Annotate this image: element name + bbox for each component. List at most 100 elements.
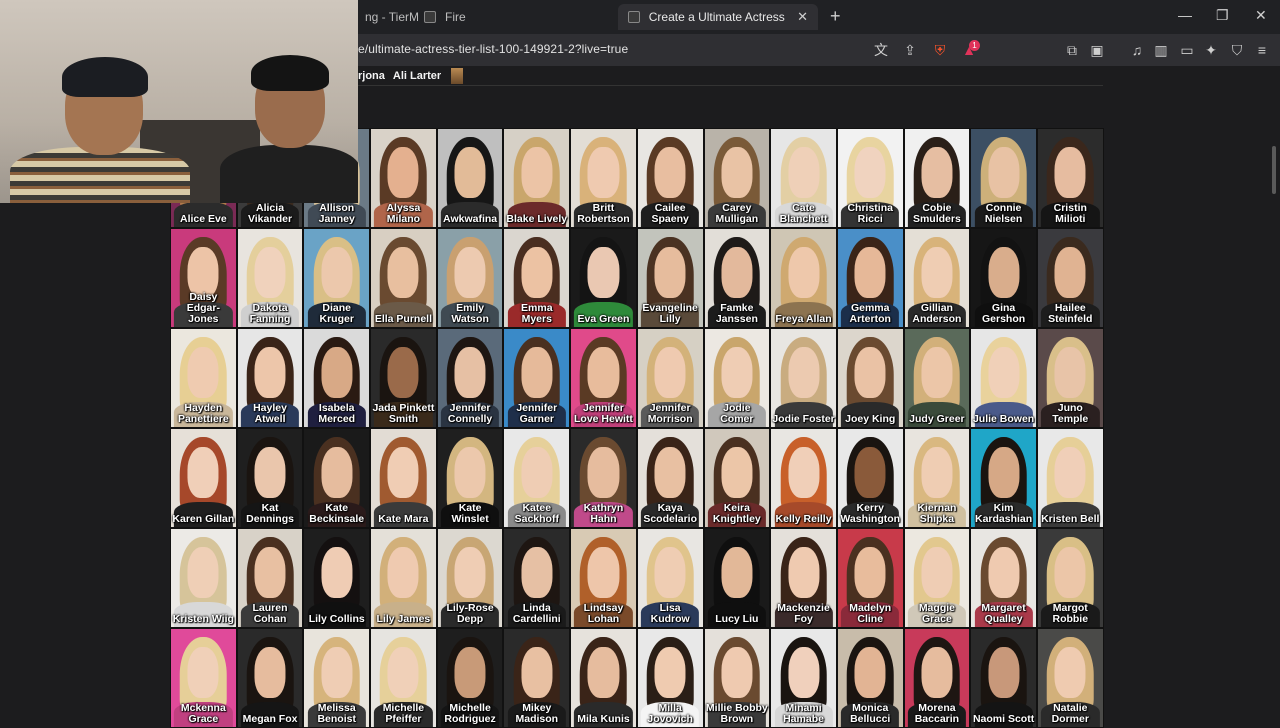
actress-card[interactable]: Kate Mara bbox=[370, 428, 437, 528]
wallet-icon[interactable]: ▭ bbox=[1179, 42, 1195, 58]
actress-card[interactable]: Eva Green bbox=[570, 228, 637, 328]
actress-card[interactable]: Kelly Reilly bbox=[770, 428, 837, 528]
actress-card[interactable]: Michelle Rodriguez bbox=[436, 628, 504, 728]
actress-card[interactable]: Kat Dennings bbox=[236, 428, 304, 528]
actress-card[interactable]: Juno Temple bbox=[1036, 328, 1104, 428]
actress-card[interactable]: Isabela Merced bbox=[303, 328, 371, 428]
actress-card[interactable]: Kaya Scodelario bbox=[636, 428, 704, 528]
url-field[interactable]: e/ultimate-actress-tier-list-100-149921-… bbox=[358, 42, 628, 56]
media-icon[interactable]: ♫ bbox=[1129, 42, 1145, 58]
actress-card[interactable]: Madelyn Cline bbox=[836, 528, 904, 628]
actress-card[interactable]: Monica Bellucci bbox=[836, 628, 904, 728]
actress-card[interactable]: Morena Baccarin bbox=[903, 628, 971, 728]
actress-card[interactable]: Cristin Milioti bbox=[1036, 128, 1104, 228]
actress-card[interactable]: Joey King bbox=[836, 328, 904, 428]
actress-card[interactable]: Blake Lively bbox=[503, 128, 571, 228]
actress-card[interactable]: Keira Knightley bbox=[703, 428, 771, 528]
actress-card[interactable]: Jennifer Love Hewitt bbox=[570, 328, 637, 428]
minimize-button[interactable]: — bbox=[1178, 7, 1192, 23]
translate-icon[interactable]: 文 bbox=[873, 42, 889, 58]
actress-card[interactable]: Megan Fox bbox=[236, 628, 304, 728]
actress-card[interactable]: Kiernan Shipka bbox=[903, 428, 971, 528]
actress-card[interactable]: Linda Cardellini bbox=[503, 528, 571, 628]
actress-card[interactable]: Margaret Qualley bbox=[970, 528, 1037, 628]
share-icon[interactable]: ⇪ bbox=[902, 42, 918, 58]
actress-card[interactable]: Naomi Scott bbox=[970, 628, 1037, 728]
vpn-icon[interactable]: ⛉ bbox=[1229, 42, 1245, 58]
tab-close-icon[interactable]: ✕ bbox=[797, 9, 808, 25]
actress-card[interactable]: Lily James bbox=[370, 528, 437, 628]
tier-item-thumbnail[interactable] bbox=[451, 67, 464, 84]
tab-fire[interactable]: Fire bbox=[414, 4, 476, 30]
actress-card[interactable]: Julie Bowen bbox=[970, 328, 1037, 428]
actress-card[interactable]: Gemma Arterton bbox=[836, 228, 904, 328]
screenshot-icon[interactable]: ▣ bbox=[1089, 42, 1105, 58]
actress-card[interactable]: Natalie Dormer bbox=[1036, 628, 1104, 728]
actress-card[interactable]: Jennifer Garner bbox=[503, 328, 571, 428]
actress-card[interactable]: Freya Allan bbox=[770, 228, 837, 328]
actress-card[interactable]: Kate Winslet bbox=[436, 428, 504, 528]
actress-card[interactable]: Michelle Pfeiffer bbox=[370, 628, 437, 728]
actress-card[interactable]: Milla Jovovich bbox=[636, 628, 704, 728]
actress-card[interactable]: Judy Greer bbox=[903, 328, 971, 428]
actress-card[interactable]: Mikey Madison bbox=[503, 628, 571, 728]
actress-card[interactable]: Kristen Bell bbox=[1036, 428, 1104, 528]
actress-card[interactable]: Lily-Rose Depp bbox=[436, 528, 504, 628]
actress-card[interactable]: Kathryn Hahn bbox=[570, 428, 637, 528]
actress-card[interactable]: Lindsay Lohan bbox=[570, 528, 637, 628]
page-scrollbar[interactable] bbox=[1272, 146, 1276, 194]
menu-icon[interactable]: ≡ bbox=[1254, 42, 1270, 58]
maximize-button[interactable]: ❐ bbox=[1216, 7, 1229, 24]
actress-card[interactable]: Awkwafina bbox=[436, 128, 504, 228]
actress-card[interactable]: Christina Ricci bbox=[836, 128, 904, 228]
actress-card[interactable]: Lucy Liu bbox=[703, 528, 771, 628]
extensions-icon[interactable]: ⧉ bbox=[1064, 42, 1080, 58]
tab-create-tier-list[interactable]: Create a Ultimate Actress (1000+ ✕ bbox=[618, 4, 818, 30]
actress-card[interactable]: Millie Bobby Brown bbox=[703, 628, 771, 728]
actress-card[interactable]: Kate Beckinsale bbox=[303, 428, 371, 528]
actress-card[interactable]: Dakota Fanning bbox=[236, 228, 304, 328]
sidebar-icon[interactable]: ▥ bbox=[1153, 42, 1169, 58]
actress-card[interactable]: Mckenna Grace bbox=[170, 628, 237, 728]
actress-card[interactable]: Cailee Spaeny bbox=[636, 128, 704, 228]
actress-card[interactable]: Gina Gershon bbox=[970, 228, 1037, 328]
leo-ai-icon[interactable]: ✦ bbox=[1203, 42, 1219, 58]
actress-card[interactable]: Connie Nielsen bbox=[970, 128, 1037, 228]
actress-card[interactable]: Kim Kardashian bbox=[970, 428, 1037, 528]
actress-card[interactable]: Alyssa Milano bbox=[370, 128, 437, 228]
new-tab-button[interactable]: + bbox=[830, 6, 841, 26]
actress-card[interactable]: Hayley Atwell bbox=[236, 328, 304, 428]
actress-card[interactable]: Emily Watson bbox=[436, 228, 504, 328]
actress-card[interactable]: Ella Purnell bbox=[370, 228, 437, 328]
actress-card[interactable]: Melissa Benoist bbox=[303, 628, 371, 728]
actress-card[interactable]: Lisa Kudrow bbox=[636, 528, 704, 628]
close-window-button[interactable]: ✕ bbox=[1255, 7, 1267, 24]
actress-card[interactable]: Britt Robertson bbox=[570, 128, 637, 228]
actress-card[interactable]: Maggie Grace bbox=[903, 528, 971, 628]
actress-card[interactable]: Jennifer Connelly bbox=[436, 328, 504, 428]
actress-card[interactable]: Mila Kunis bbox=[570, 628, 637, 728]
actress-card[interactable]: Evangeline Lilly bbox=[636, 228, 704, 328]
actress-card[interactable]: Emma Myers bbox=[503, 228, 571, 328]
actress-card[interactable]: Jodie Foster bbox=[770, 328, 837, 428]
actress-card[interactable]: Famke Janssen bbox=[703, 228, 771, 328]
actress-card[interactable]: Lily Collins bbox=[303, 528, 371, 628]
actress-card[interactable]: Kerry Washington bbox=[836, 428, 904, 528]
actress-card[interactable]: Hayden Panettiere bbox=[170, 328, 237, 428]
actress-card[interactable]: Minami Hamabe bbox=[770, 628, 837, 728]
actress-card[interactable]: Karen Gillan bbox=[170, 428, 237, 528]
actress-card[interactable]: Daisy Edgar-Jones bbox=[170, 228, 237, 328]
actress-card[interactable]: Jennifer Morrison bbox=[636, 328, 704, 428]
brave-shield-icon[interactable]: ⛨ bbox=[932, 42, 948, 58]
actress-card[interactable]: Katee Sackhoff bbox=[503, 428, 571, 528]
actress-card[interactable]: Carey Mulligan bbox=[703, 128, 771, 228]
actress-card[interactable]: Lauren Cohan bbox=[236, 528, 304, 628]
actress-card[interactable]: Jodie Comer bbox=[703, 328, 771, 428]
actress-card[interactable]: Margot Robbie bbox=[1036, 528, 1104, 628]
actress-card[interactable]: Jada Pinkett Smith bbox=[370, 328, 437, 428]
actress-card[interactable]: Kristen Wiig bbox=[170, 528, 237, 628]
actress-card[interactable]: Diane Kruger bbox=[303, 228, 371, 328]
actress-card[interactable]: Hailee Steinfeld bbox=[1036, 228, 1104, 328]
actress-card[interactable]: Cate Blanchett bbox=[770, 128, 837, 228]
actress-card[interactable]: Gillian Anderson bbox=[903, 228, 971, 328]
